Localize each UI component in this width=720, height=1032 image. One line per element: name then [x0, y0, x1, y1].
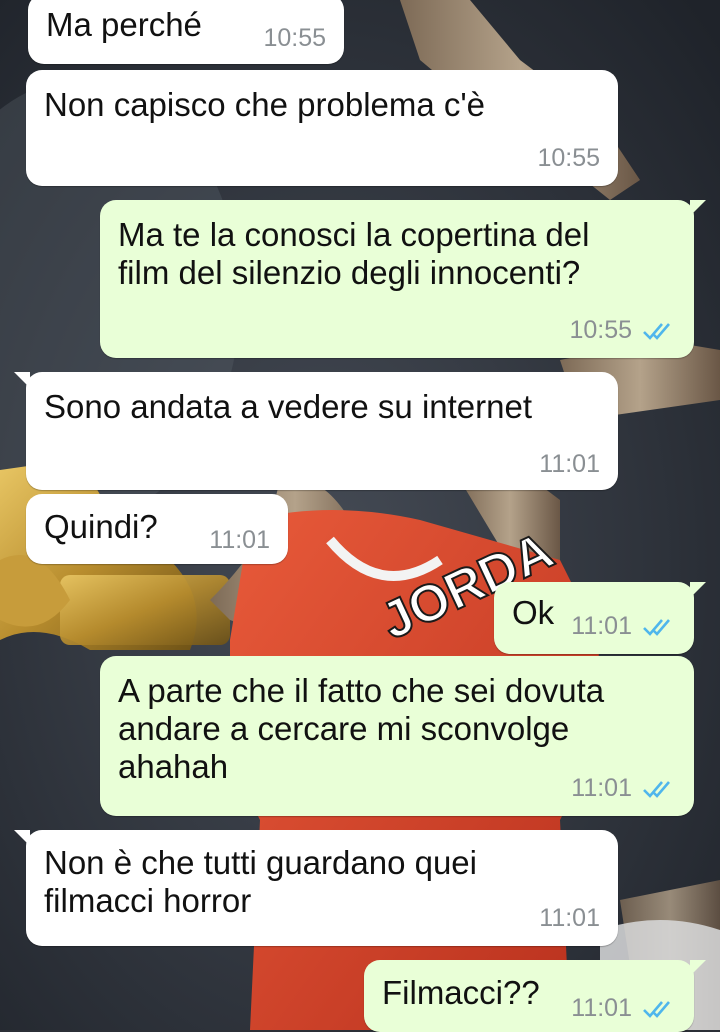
message-timestamp: 11:01 [571, 774, 676, 803]
message-timestamp: 10:55 [569, 316, 676, 345]
message-bubble-incoming[interactable]: Ma perché 10:55 [28, 0, 344, 64]
message-text: Ma te la conosci la copertina del film d… [118, 216, 590, 291]
message-time: 11:01 [571, 994, 632, 1022]
message-text: Sono andata a vedere su internet [44, 388, 533, 425]
message-bubble-incoming[interactable]: Quindi? 11:01 [26, 494, 288, 564]
message-timestamp: 11:01 [209, 526, 270, 554]
message-timestamp: 10:55 [537, 144, 600, 172]
message-text: Non capisco che problema c'è [44, 86, 486, 123]
message-bubble-outgoing[interactable]: Ma te la conosci la copertina del film d… [100, 200, 706, 358]
message-time: 11:01 [571, 612, 632, 640]
double-check-read-icon [643, 323, 670, 341]
message-time: 10:55 [569, 316, 632, 344]
double-check-read-icon [643, 781, 670, 799]
message-bubble-outgoing[interactable]: Ok 11:01 [494, 582, 706, 654]
message-bubble-incoming[interactable]: Non capisco che problema c'è 10:55 [26, 70, 618, 186]
message-timestamp: 11:01 [539, 904, 600, 932]
message-text: A parte che il fatto che sei dovuta anda… [118, 672, 605, 785]
message-bubble-incoming[interactable]: Non è che tutti guardano quei filmacci h… [14, 830, 618, 946]
message-timestamp: 11:01 [571, 612, 676, 641]
message-text: Quindi? [44, 508, 158, 545]
message-timestamp: 11:01 [539, 450, 600, 478]
message-timestamp: 10:55 [263, 24, 326, 52]
message-bubble-outgoing[interactable]: A parte che il fatto che sei dovuta anda… [100, 656, 694, 816]
message-text: Ma perché [46, 6, 202, 43]
double-check-read-icon [643, 1001, 670, 1019]
message-timestamp: 11:01 [571, 994, 676, 1023]
message-text: Filmacci?? [382, 974, 540, 1011]
message-text: Ok [512, 594, 555, 631]
message-bubble-outgoing[interactable]: Filmacci?? 11:01 [364, 960, 706, 1032]
message-text: Non è che tutti guardano quei filmacci h… [44, 844, 477, 919]
message-bubble-incoming[interactable]: Sono andata a vedere su internet 11:01 [14, 372, 618, 490]
message-time: 11:01 [571, 774, 632, 802]
double-check-read-icon [643, 619, 670, 637]
message-list: Ma perché 10:55 Non capisco che problema… [0, 0, 720, 1032]
